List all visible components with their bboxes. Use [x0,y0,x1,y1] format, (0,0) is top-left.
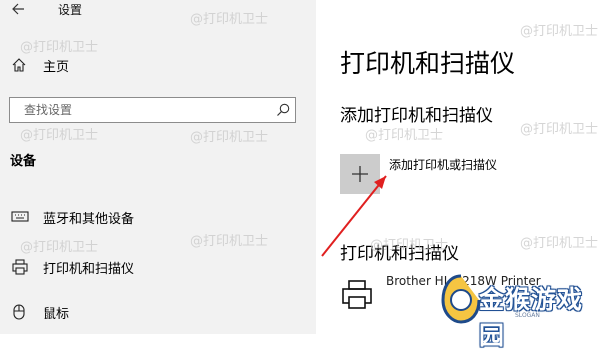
add-printer-label[interactable]: 添加打印机或扫描仪 [389,156,497,173]
monkey-logo-icon [441,274,481,324]
printers-list-title: 打印机和扫描仪 [340,244,459,264]
search-box[interactable] [9,97,296,123]
add-section-title: 添加打印机和扫描仪 [340,106,493,126]
sidebar-item-home[interactable]: 主页 [0,52,316,78]
home-icon [12,58,26,72]
sidebar-item-label: 打印机和扫描仪 [43,262,135,277]
search-icon[interactable] [275,102,291,118]
search-input[interactable] [10,98,274,122]
window-title: 设置 [58,3,83,17]
sidebar-item-label: 蓝牙和其他设备 [43,212,135,227]
page-title: 打印机和扫描仪 [340,49,516,78]
sidebar-item-mouse[interactable]: 鼠标 [0,299,316,325]
sidebar-item-label: 鼠标 [43,307,70,322]
printer-icon [342,280,372,309]
brand-logo: 金猴游戏园 SLOGAN [437,268,592,350]
keyboard-icon [11,211,29,222]
brand-slogan: SLOGAN [515,312,540,319]
mouse-icon [13,304,25,320]
back-arrow-icon[interactable] [10,0,28,18]
sidebar-item-label: 主页 [43,60,70,75]
sidebar-item-printers[interactable]: 打印机和扫描仪 [0,254,316,280]
section-heading-devices: 设备 [10,154,37,169]
sidebar: 设置 主页 设备 蓝牙和其他设备 打印机和扫描仪 [0,0,316,334]
sidebar-item-bluetooth[interactable]: 蓝牙和其他设备 [0,204,316,230]
printer-icon [12,259,28,275]
